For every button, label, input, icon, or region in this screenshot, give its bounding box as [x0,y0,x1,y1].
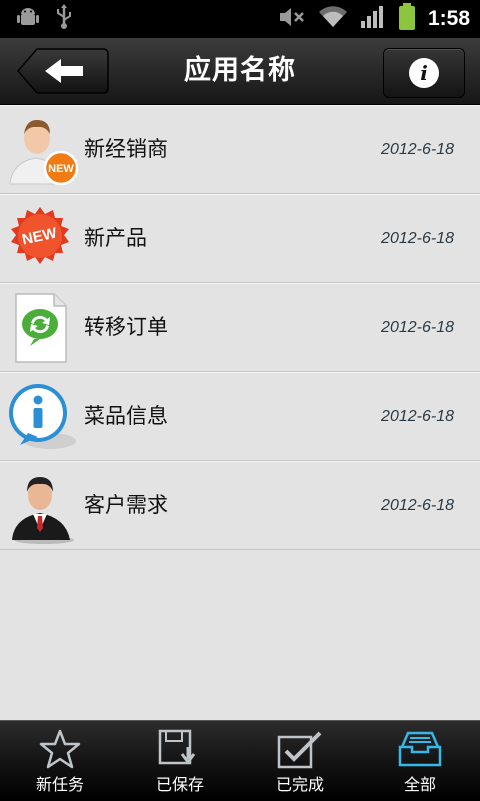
businessman-icon [6,468,78,544]
tab-all[interactable]: 全部 [360,721,480,801]
status-bar: 1:58 [0,0,480,38]
transfer-document-icon [6,290,78,366]
checkbox-done-icon [276,729,324,769]
list-item-label: 转移订单 [84,315,168,339]
battery-icon [398,3,416,35]
info-bubble-icon [6,379,78,455]
item-list: NEW 新经销商 2012-6-18 NEW 新产品 2012-6-18 转移订… [0,105,480,550]
info-button[interactable]: i [383,48,465,98]
list-item[interactable]: NEW 新产品 2012-6-18 [0,194,480,283]
bottom-tab-bar: 新任务 已保存 已完成 全部 [0,720,480,801]
list-item-date: 2012-6-18 [381,408,454,425]
tab-label: 已保存 [155,775,204,794]
status-time: 1:58 [427,7,470,30]
title-bar: 应用名称 i [0,38,480,105]
list-item-label: 新产品 [84,226,147,250]
list-item-label: 客户需求 [84,493,168,517]
signal-icon [360,5,386,33]
tab-label: 全部 [403,775,436,794]
list-item[interactable]: 客户需求 2012-6-18 [0,461,480,550]
new-dealer-person-icon: NEW [6,112,79,188]
list-item-label: 菜品信息 [84,404,168,428]
list-item-date: 2012-6-18 [381,141,454,158]
star-icon [36,729,84,769]
new-badge-icon: NEW [6,201,78,277]
android-debug-icon [16,5,40,33]
wifi-icon [318,5,348,33]
mute-icon [278,5,306,33]
inbox-tray-icon [396,729,444,769]
save-download-icon [156,729,204,769]
tab-saved[interactable]: 已保存 [120,721,240,801]
list-item-label: 新经销商 [84,137,168,161]
list-item[interactable]: 转移订单 2012-6-18 [0,283,480,372]
tab-label: 新任务 [35,775,84,794]
tab-label: 已完成 [275,775,324,794]
usb-icon [54,4,74,34]
list-item[interactable]: 菜品信息 2012-6-18 [0,372,480,461]
list-item[interactable]: NEW 新经销商 2012-6-18 [0,105,480,194]
list-item-date: 2012-6-18 [381,497,454,514]
list-item-date: 2012-6-18 [381,319,454,336]
new-badge-text: NEW [48,163,74,175]
list-item-date: 2012-6-18 [381,230,454,247]
tab-new-task[interactable]: 新任务 [0,721,120,801]
info-icon: i [409,58,439,88]
tab-completed[interactable]: 已完成 [240,721,360,801]
